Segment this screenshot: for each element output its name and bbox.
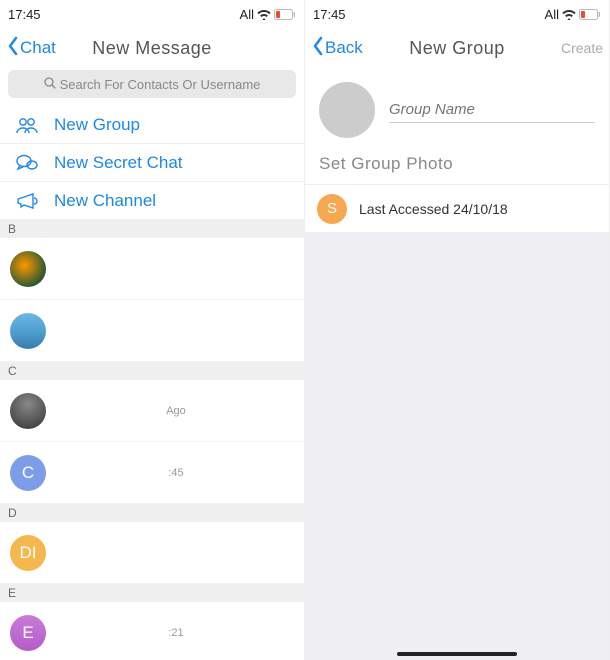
contact-subtext: Ago	[58, 405, 294, 417]
header: Chat New Message	[0, 28, 304, 68]
back-button[interactable]: Back	[311, 36, 363, 61]
section-header: B	[0, 220, 304, 238]
status-carrier: All	[545, 7, 559, 22]
contact-row[interactable]	[0, 238, 304, 300]
page-title: New Group	[409, 38, 505, 59]
group-icon	[14, 115, 40, 135]
section-header: E	[0, 584, 304, 602]
header: Back New Group Create	[305, 28, 609, 68]
avatar: DI	[10, 535, 46, 571]
new-channel-menu[interactable]: New Channel	[0, 182, 304, 220]
battery-icon	[274, 9, 296, 20]
home-indicator[interactable]	[397, 652, 517, 656]
section-header: D	[0, 504, 304, 522]
chat-icon	[14, 153, 40, 173]
contact-subtext: :45	[58, 467, 294, 479]
create-button[interactable]: Create	[561, 40, 603, 56]
contact-subtext: :21	[58, 627, 294, 639]
avatar	[10, 393, 46, 429]
contact-row[interactable]: E :21	[0, 602, 304, 660]
section-header: C	[0, 362, 304, 380]
search-placeholder: Search For Contacts Or Username	[60, 77, 261, 92]
contacts-screen: 17:45 All Chat New Message Search For Co…	[0, 0, 305, 660]
new-group-screen: 17:45 All Back New Group Create Set Grou…	[305, 0, 610, 660]
back-button[interactable]: Chat	[6, 36, 56, 61]
group-setup-area	[305, 68, 609, 148]
set-group-photo-link[interactable]: Set Group Photo	[305, 148, 609, 185]
avatar: E	[10, 615, 46, 651]
menu-label: New Channel	[54, 191, 156, 211]
new-group-menu[interactable]: New Group	[0, 106, 304, 144]
contact-row[interactable]: C :45	[0, 442, 304, 504]
member-status: Last Accessed 24/10/18	[359, 201, 508, 217]
search-icon	[44, 77, 56, 92]
chevron-left-icon	[6, 36, 20, 61]
contacts-list[interactable]: BCAgoC:45DDIEE:21FF	[0, 220, 304, 660]
avatar: S	[317, 194, 347, 224]
wifi-icon	[562, 9, 576, 20]
status-bar: 17:45 All	[305, 0, 609, 28]
avatar	[10, 251, 46, 287]
status-bar: 17:45 All	[0, 0, 304, 28]
page-title: New Message	[92, 38, 212, 59]
back-label: Back	[325, 38, 363, 58]
wifi-icon	[257, 9, 271, 20]
menu-label: New Secret Chat	[54, 153, 183, 173]
new-secret-chat-menu[interactable]: New Secret Chat	[0, 144, 304, 182]
contact-row[interactable]	[0, 300, 304, 362]
avatar	[10, 313, 46, 349]
avatar: C	[10, 455, 46, 491]
megaphone-icon	[14, 191, 40, 211]
group-name-input[interactable]	[389, 97, 595, 123]
search-input[interactable]: Search For Contacts Or Username	[8, 70, 296, 98]
back-label: Chat	[20, 38, 56, 58]
status-carrier: All	[240, 7, 254, 22]
chevron-left-icon	[311, 36, 325, 61]
contact-row[interactable]: DI	[0, 522, 304, 584]
status-time: 17:45	[8, 7, 41, 22]
menu-label: New Group	[54, 115, 140, 135]
member-row[interactable]: S Last Accessed 24/10/18	[305, 185, 609, 233]
battery-icon	[579, 9, 601, 20]
status-time: 17:45	[313, 7, 346, 22]
empty-area	[305, 233, 609, 660]
contact-row[interactable]: Ago	[0, 380, 304, 442]
group-photo-placeholder[interactable]	[319, 82, 375, 138]
